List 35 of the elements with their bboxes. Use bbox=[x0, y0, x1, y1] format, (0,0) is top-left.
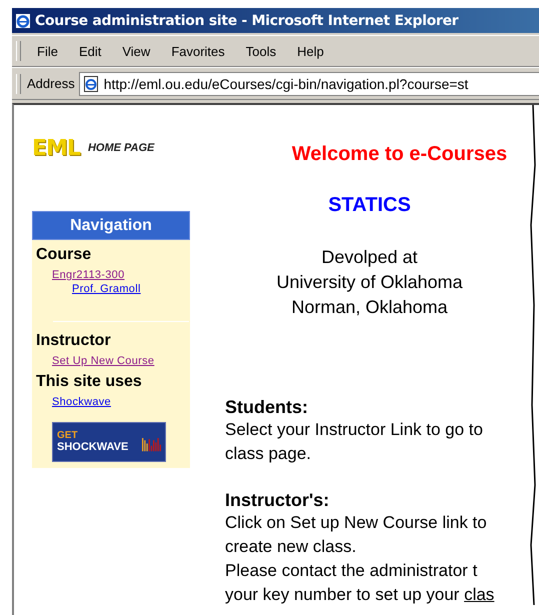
menu-item[interactable]: Tools bbox=[236, 44, 288, 58]
menu-item[interactable]: File bbox=[27, 44, 69, 58]
window-title: Course administration site - Microsoft Internet Explorer bbox=[35, 12, 458, 28]
credit-line: University of Oklahoma bbox=[276, 271, 463, 294]
body-text: your key number to set up your bbox=[225, 585, 460, 604]
page-icon bbox=[82, 76, 99, 92]
nav-link[interactable]: Engr2113-300 bbox=[52, 269, 125, 281]
class-link[interactable]: clas bbox=[464, 585, 494, 604]
menu-item[interactable]: View bbox=[112, 44, 162, 58]
body-text: class page. bbox=[225, 443, 312, 465]
welcome-heading: Welcome to e-Courses bbox=[292, 143, 508, 166]
get-shockwave-badge[interactable]: GET SHOCKWAVE bbox=[52, 422, 166, 462]
section-heading: Instructor bbox=[36, 332, 111, 350]
credit-line: Devolped at bbox=[321, 246, 418, 269]
nav-link[interactable]: Prof. Gramoll bbox=[72, 283, 141, 295]
nav-link[interactable]: Set Up New Course bbox=[52, 355, 154, 367]
body-text: Click on Set up New Course link to bbox=[225, 512, 488, 534]
course-title: STATICS bbox=[328, 194, 411, 217]
section-heading: Students: bbox=[225, 397, 308, 418]
body-text: Please contact the administrator t bbox=[225, 560, 478, 582]
section-heading: Course bbox=[36, 246, 92, 264]
section-heading: This site uses bbox=[36, 373, 142, 391]
navigation-header: Navigation bbox=[32, 211, 190, 240]
nav-link[interactable]: Shockwave bbox=[52, 396, 111, 408]
menu-item[interactable]: Help bbox=[287, 44, 335, 58]
credit-line: Norman, Oklahoma bbox=[291, 296, 448, 319]
address-label: Address bbox=[27, 76, 76, 91]
menu-item[interactable]: Edit bbox=[68, 44, 112, 58]
address-field[interactable]: http://eml.ou.edu/eCourses/cgi-bin/navigation.pl?course=st bbox=[78, 72, 539, 96]
home-page-link[interactable]: HOME PAGE bbox=[88, 142, 154, 154]
browser-logo-icon bbox=[15, 12, 31, 28]
menu-item[interactable]: Favorites bbox=[161, 44, 236, 58]
body-text: create new class. bbox=[225, 536, 358, 558]
section-heading: Instructor's: bbox=[225, 490, 330, 511]
body-text: Select your Instructor Link to go to bbox=[225, 419, 483, 441]
